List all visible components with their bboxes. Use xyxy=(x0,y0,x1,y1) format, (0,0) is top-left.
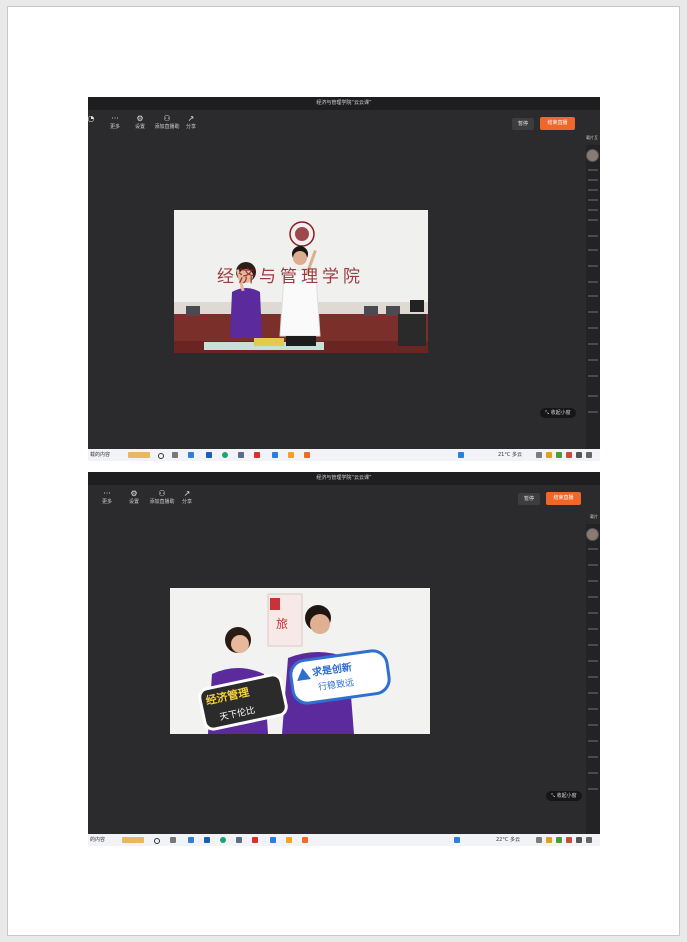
pause-button[interactable]: 暂停 xyxy=(518,493,540,505)
tool-label: 更多 xyxy=(101,499,112,505)
app-icon[interactable] xyxy=(272,452,278,458)
app-icon[interactable] xyxy=(288,452,294,458)
tool-share[interactable]: ↗ 分享 xyxy=(176,489,198,505)
add-assistant-icon: ⚇ xyxy=(158,489,166,498)
folder-icon[interactable] xyxy=(236,837,242,843)
toolbar: ◔ ··· 更多 ⚙ 设置 ⚇ 添加直播助 ↗ 分享 暂停 结束直播 xyxy=(88,110,600,138)
taskbar: 的内容 22°C 多云 xyxy=(88,834,600,846)
tool-label: 设置 xyxy=(134,124,145,130)
avatar xyxy=(586,149,599,162)
search-icon[interactable] xyxy=(154,838,160,844)
pause-button[interactable]: 暂停 xyxy=(512,118,534,130)
banner-text: 经济与管理学院 xyxy=(217,267,364,287)
weather-status: 21°C 多云 xyxy=(498,452,522,458)
tool-more[interactable]: ··· 更多 xyxy=(96,489,118,505)
taskbar-text: 的内容 xyxy=(90,837,106,843)
tray-icon[interactable] xyxy=(556,837,562,843)
edge-icon[interactable] xyxy=(222,452,228,458)
more-icon: ··· xyxy=(103,489,111,498)
wps-icon[interactable] xyxy=(254,452,260,458)
window-title: 经济与管理学院“云云课” xyxy=(88,472,600,485)
tray-icon[interactable] xyxy=(576,452,582,458)
settings-icon: ⚙ xyxy=(130,489,138,498)
ship-icon xyxy=(295,667,312,682)
side-tab[interactable]: 载片互 xyxy=(586,135,598,141)
app-icon[interactable] xyxy=(270,837,276,843)
live-app-icon[interactable] xyxy=(302,837,308,843)
tray-icon[interactable] xyxy=(556,452,562,458)
live-app-icon[interactable] xyxy=(304,452,310,458)
avatar xyxy=(586,528,599,541)
sign-left-subtitle: 天下伦比 xyxy=(218,705,257,724)
tool-more[interactable]: ··· 更多 xyxy=(104,114,126,130)
collapse-mini-button[interactable]: ⤡ 收起小窗 xyxy=(540,408,576,418)
tool-settings[interactable]: ⚙ 设置 xyxy=(123,489,145,505)
tool-settings[interactable]: ⚙ 设置 xyxy=(129,114,151,130)
tray-icon[interactable] xyxy=(586,837,592,843)
tool-person[interactable]: ◔ xyxy=(88,114,102,123)
wps-icon[interactable] xyxy=(252,837,258,843)
taskview-icon[interactable] xyxy=(172,452,178,458)
taskbar-thumbnail[interactable] xyxy=(128,452,150,458)
mini-label: 收起小窗 xyxy=(556,793,577,799)
add-assistant-icon: ⚇ xyxy=(163,114,171,123)
end-live-button[interactable]: 结束直播 xyxy=(540,117,575,130)
video-frame: 经济与管理学院 xyxy=(174,210,428,353)
mail-icon[interactable] xyxy=(206,452,212,458)
share-icon: ↗ xyxy=(187,114,195,123)
app-icon-l[interactable] xyxy=(188,452,194,458)
tool-label: 分享 xyxy=(181,499,192,505)
svg-text:旅: 旅 xyxy=(276,617,288,631)
settings-icon: ⚙ xyxy=(136,114,144,123)
app-icon-l[interactable] xyxy=(458,452,464,458)
tool-label: 更多 xyxy=(109,124,120,130)
tray-icon[interactable] xyxy=(586,452,592,458)
tray-icon[interactable] xyxy=(536,837,542,843)
tool-label: 添加直播助 xyxy=(149,499,175,505)
tray-icon[interactable] xyxy=(576,837,582,843)
tool-add-assistant[interactable]: ⚇ 添加直播助 xyxy=(153,114,181,130)
person-icon: ◔ xyxy=(88,114,95,123)
side-tab[interactable]: 载片 xyxy=(590,514,598,520)
share-icon: ↗ xyxy=(183,489,191,498)
tool-share[interactable]: ↗ 分享 xyxy=(180,114,202,130)
app-icon-l[interactable] xyxy=(454,837,460,843)
search-icon[interactable] xyxy=(158,453,164,459)
live-stream-window-2: 经济与管理学院“云云课” ··· 更多 ⚙ 设置 ⚇ 添加直播助 ↗ 分享 暂停… xyxy=(88,472,600,846)
tray-icon[interactable] xyxy=(546,452,552,458)
toolbar: ··· 更多 ⚙ 设置 ⚇ 添加直播助 ↗ 分享 暂停 结束直播 xyxy=(88,485,600,513)
taskbar-thumbnail[interactable] xyxy=(122,837,144,843)
folder-icon[interactable] xyxy=(238,452,244,458)
side-panel xyxy=(586,524,600,834)
taskbar-text: 载的内容 xyxy=(90,452,111,458)
sign-right-subtitle: 行稳致远 xyxy=(317,678,355,694)
tray-icon[interactable] xyxy=(566,452,572,458)
weather-status: 22°C 多云 xyxy=(496,837,520,843)
tray-icon[interactable] xyxy=(566,837,572,843)
app-icon[interactable] xyxy=(286,837,292,843)
mini-label: 收起小窗 xyxy=(550,410,571,416)
collapse-mini-button[interactable]: ⤡ 收起小窗 xyxy=(546,791,582,801)
app-icon-l[interactable] xyxy=(188,837,194,843)
mail-icon[interactable] xyxy=(204,837,210,843)
live-stream-window-1: 经济与管理学院“云云课” ◔ ··· 更多 ⚙ 设置 ⚇ 添加直播助 ↗ 分享 … xyxy=(88,97,600,461)
tool-label: 分享 xyxy=(185,124,196,130)
tray-icon[interactable] xyxy=(536,452,542,458)
tool-label: 添加直播助 xyxy=(154,124,180,130)
video-frame: 旅 经济管理 天下伦比 求是创新 行稳致远 xyxy=(170,588,430,734)
end-live-button[interactable]: 结束直播 xyxy=(546,492,581,505)
window-title: 经济与管理学院“云云课” xyxy=(88,97,600,110)
tool-add-assistant[interactable]: ⚇ 添加直播助 xyxy=(148,489,176,505)
tray-icon[interactable] xyxy=(546,837,552,843)
taskview-icon[interactable] xyxy=(170,837,176,843)
taskbar: 载的内容 21°C 多云 xyxy=(88,449,600,461)
side-panel xyxy=(586,145,600,449)
edge-icon[interactable] xyxy=(220,837,226,843)
more-icon: ··· xyxy=(111,114,119,123)
tool-label: 设置 xyxy=(128,499,139,505)
